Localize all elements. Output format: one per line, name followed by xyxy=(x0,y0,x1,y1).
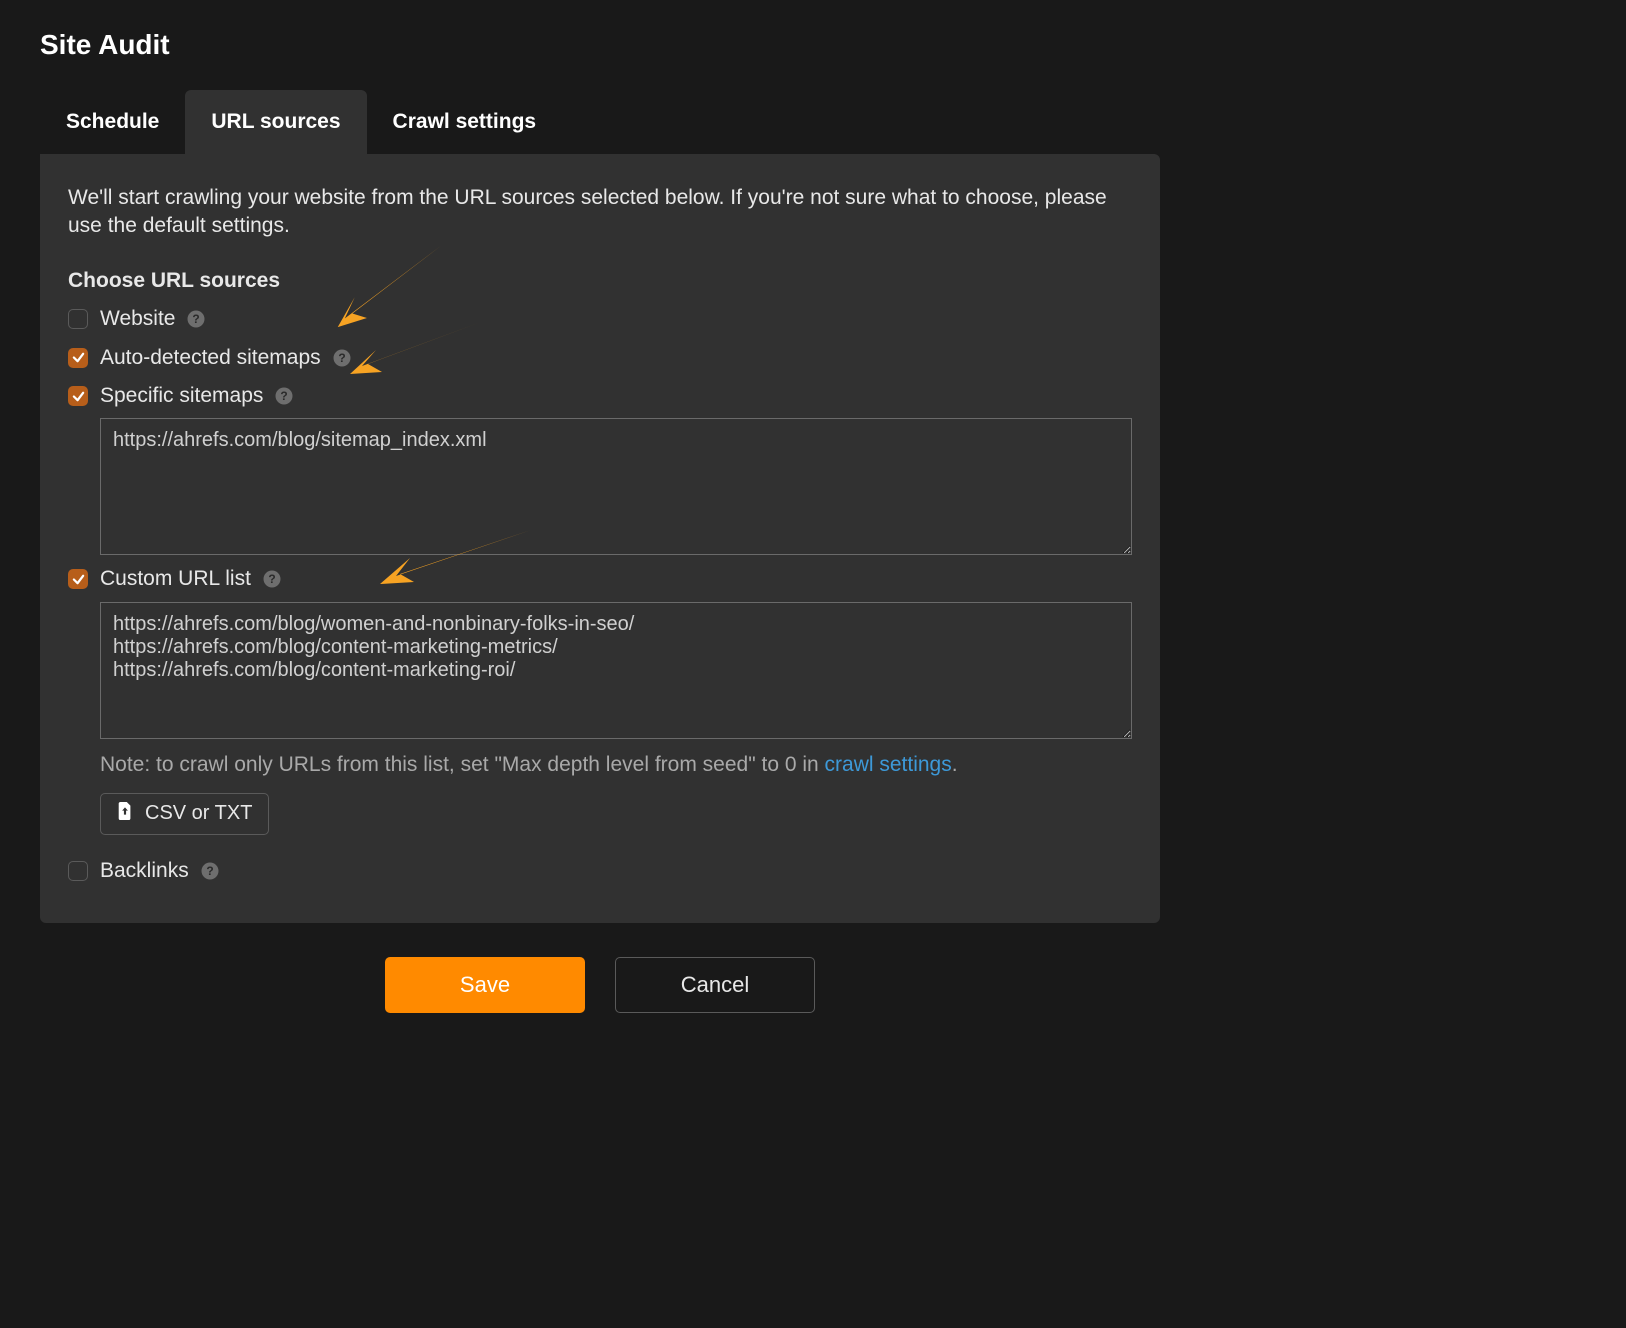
custom-url-list-input[interactable] xyxy=(100,602,1132,739)
label-backlinks: Backlinks xyxy=(100,857,189,885)
label-website: Website xyxy=(100,305,175,333)
upload-file-icon xyxy=(117,802,133,826)
svg-text:?: ? xyxy=(206,864,213,878)
url-sources-panel: We'll start crawling your website from t… xyxy=(40,154,1160,923)
save-button[interactable]: Save xyxy=(385,957,585,1013)
cancel-button[interactable]: Cancel xyxy=(615,957,815,1013)
option-row-auto-sitemaps: Auto-detected sitemaps ? xyxy=(68,344,1132,372)
note-prefix: Note: to crawl only URLs from this list,… xyxy=(100,753,825,776)
upload-csv-txt-button[interactable]: CSV or TXT xyxy=(100,793,269,835)
svg-text:?: ? xyxy=(281,389,288,403)
page-title: Site Audit xyxy=(40,26,1160,64)
note-suffix: . xyxy=(952,753,958,776)
svg-text:?: ? xyxy=(268,572,275,586)
upload-label: CSV or TXT xyxy=(145,802,252,825)
option-row-custom-url-list: Custom URL list ? xyxy=(68,565,1132,593)
checkbox-auto-sitemaps[interactable] xyxy=(68,348,88,368)
custom-url-list-note: Note: to crawl only URLs from this list,… xyxy=(100,751,1132,779)
checkbox-backlinks[interactable] xyxy=(68,861,88,881)
help-icon[interactable]: ? xyxy=(333,349,351,367)
tab-url-sources[interactable]: URL sources xyxy=(185,90,366,154)
footer-buttons: Save Cancel xyxy=(40,957,1160,1013)
option-row-specific-sitemaps: Specific sitemaps ? xyxy=(68,382,1132,410)
crawl-settings-link[interactable]: crawl settings xyxy=(825,753,952,776)
label-specific-sitemaps: Specific sitemaps xyxy=(100,382,263,410)
tabs: Schedule URL sources Crawl settings xyxy=(40,90,1160,154)
option-row-website: Website ? xyxy=(68,305,1132,333)
svg-text:?: ? xyxy=(193,312,200,326)
checkbox-website[interactable] xyxy=(68,309,88,329)
label-custom-url-list: Custom URL list xyxy=(100,565,251,593)
label-auto-sitemaps: Auto-detected sitemaps xyxy=(100,344,321,372)
help-icon[interactable]: ? xyxy=(201,862,219,880)
choose-sources-heading: Choose URL sources xyxy=(68,267,1132,295)
help-icon[interactable]: ? xyxy=(263,570,281,588)
svg-text:?: ? xyxy=(338,351,345,365)
help-icon[interactable]: ? xyxy=(275,387,293,405)
tab-crawl-settings[interactable]: Crawl settings xyxy=(367,90,563,154)
help-icon[interactable]: ? xyxy=(187,310,205,328)
checkbox-custom-url-list[interactable] xyxy=(68,569,88,589)
option-row-backlinks: Backlinks ? xyxy=(68,857,1132,885)
tab-schedule[interactable]: Schedule xyxy=(40,90,185,154)
specific-sitemaps-input[interactable] xyxy=(100,418,1132,555)
checkbox-specific-sitemaps[interactable] xyxy=(68,386,88,406)
intro-text: We'll start crawling your website from t… xyxy=(68,184,1132,241)
